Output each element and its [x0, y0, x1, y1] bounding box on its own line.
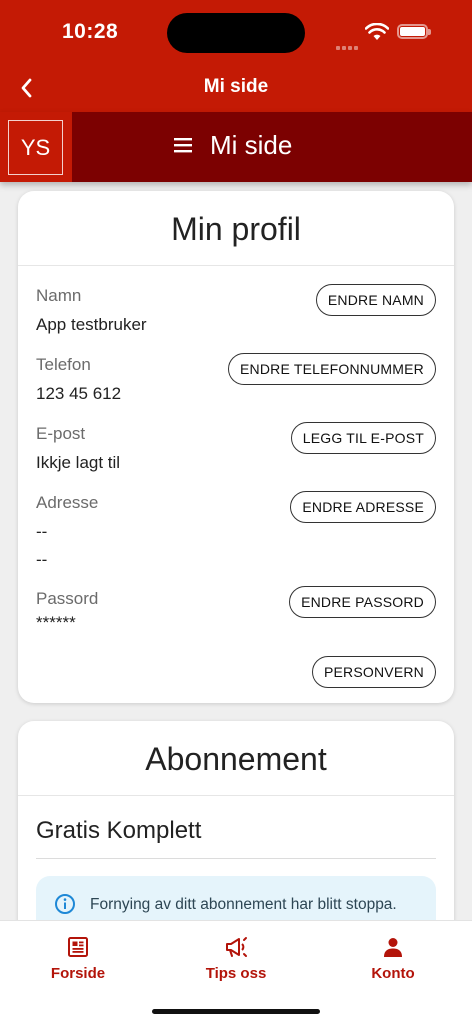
password-field: Passord ****** ENDRE PASSORD	[36, 586, 436, 633]
tab-konto[interactable]: Konto	[333, 935, 453, 982]
field-value: --	[36, 522, 48, 541]
nav-title: Mi side	[203, 76, 269, 97]
field-value-line2: --	[36, 550, 48, 569]
subscription-title: Abonnement	[18, 721, 454, 796]
field-value: 123 45 612	[36, 384, 122, 403]
field-value: Ikkje lagt til	[36, 453, 121, 472]
privacy-button[interactable]: PERSONVERN	[311, 656, 436, 688]
home-indicator	[152, 1009, 320, 1014]
site-title: Mi side	[210, 130, 293, 160]
field-value: App testbruker	[36, 315, 147, 334]
tab-tips-oss[interactable]: Tips oss	[176, 935, 296, 982]
profile-card: Min profil Namn App testbruker ENDRE NAM…	[18, 191, 454, 703]
notice-text: Fornying av ditt abonnement har blitt st…	[90, 896, 397, 913]
tab-label: Tips oss	[205, 965, 267, 982]
status-bar: 10:28	[0, 0, 472, 64]
cellular-signal-icon	[336, 37, 360, 50]
status-time: 10:28	[62, 20, 119, 43]
logo-text: YS	[8, 120, 63, 175]
dynamic-island	[167, 13, 305, 53]
wifi-icon	[365, 23, 389, 40]
tab-label: Forside	[50, 965, 106, 982]
email-field: E-post Ikkje lagt til LEGG TIL E-POST	[36, 422, 436, 473]
change-phone-button[interactable]: ENDRE TELEFONNUMMER	[227, 353, 436, 385]
site-logo[interactable]: YS	[0, 112, 72, 182]
megaphone-icon	[226, 937, 247, 957]
change-name-button[interactable]: ENDRE NAMN	[315, 284, 436, 316]
plan-name: Gratis Komplett	[36, 817, 436, 859]
site-header: YS Mi side	[0, 112, 472, 182]
change-password-button[interactable]: ENDRE PASSORD	[289, 586, 436, 618]
profile-title: Min profil	[18, 191, 454, 266]
add-email-button[interactable]: LEGG TIL E-POST	[290, 422, 436, 454]
change-address-button[interactable]: ENDRE ADRESSE	[290, 491, 436, 523]
navigation-bar: Mi side	[0, 64, 472, 112]
hamburger-menu-icon[interactable]	[172, 134, 194, 156]
newspaper-icon	[68, 937, 88, 957]
tab-forside[interactable]: Forside	[18, 935, 138, 982]
name-field: Namn App testbruker ENDRE NAMN	[36, 284, 436, 335]
address-field: Adresse -- -- ENDRE ADRESSE	[36, 491, 436, 570]
tab-label: Konto	[371, 965, 415, 982]
info-icon	[55, 894, 75, 914]
person-icon	[384, 938, 402, 957]
battery-icon	[397, 24, 431, 39]
phone-field: Telefon 123 45 612 ENDRE TELEFONNUMMER	[36, 353, 436, 404]
